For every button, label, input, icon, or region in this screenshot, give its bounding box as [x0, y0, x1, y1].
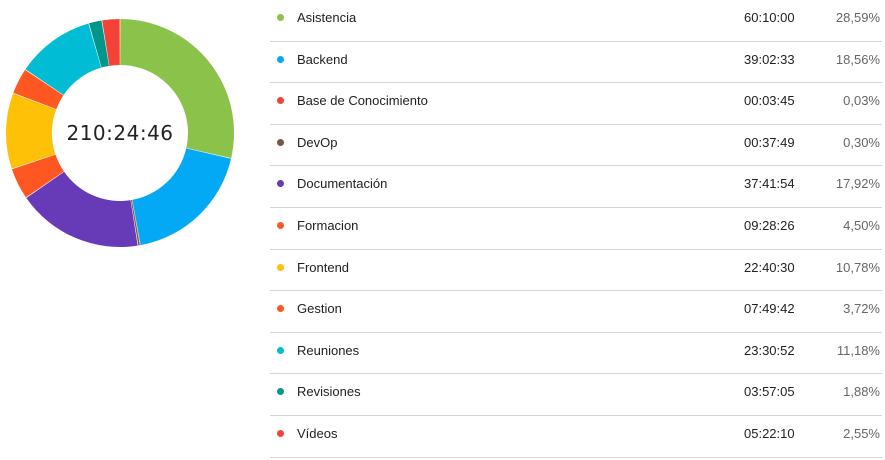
legend-color-dot: [277, 55, 284, 63]
total-time: 210:24:46: [66, 121, 174, 145]
category-name: Backend: [297, 51, 348, 67]
category-name: Documentación: [297, 176, 388, 192]
category-name: Formacion: [297, 217, 359, 233]
category-percent: 4,50%: [843, 217, 880, 233]
category-percent: 11,18%: [836, 342, 880, 358]
time-distribution-donut: 210:24:46: [0, 13, 240, 253]
legend-color-dot: [277, 388, 284, 396]
category-name: DevOp: [297, 134, 338, 150]
legend-color-dot: [277, 138, 284, 146]
category-percent: 0,30%: [843, 134, 880, 150]
legend-color-dot: [277, 263, 284, 271]
legend-color-dot: [277, 305, 284, 313]
legend-color-dot: [277, 180, 284, 188]
legend-row[interactable]: Gestion 07:49:42 3,72%: [270, 291, 882, 333]
category-time: 23:30:52: [744, 342, 795, 358]
category-time: 00:03:45: [744, 93, 795, 109]
legend-row[interactable]: Formacion 09:28:26 4,50%: [270, 208, 882, 250]
category-name: Vídeos: [297, 425, 338, 441]
category-percent: 10,78%: [835, 259, 880, 275]
category-percent: 28,59%: [835, 10, 880, 25]
category-percent: 0,03%: [843, 93, 880, 109]
category-name: Frontend: [297, 259, 350, 275]
category-time: 37:41:54: [744, 176, 795, 192]
legend-row[interactable]: Revisiones 03:57:05 1,88%: [270, 374, 882, 416]
legend-color-dot: [277, 14, 284, 21]
category-name: Revisiones: [297, 384, 361, 400]
legend-row[interactable]: Vídeos 05:22:10 2,55%: [270, 416, 882, 458]
category-time: 09:28:26: [744, 217, 795, 233]
category-percent: 17,92%: [835, 176, 880, 192]
legend-color-dot: [277, 429, 284, 437]
category-time: 07:49:42: [744, 301, 795, 317]
category-legend: Asistencia 60:10:00 28,59% Backend 39:02:33 1…: [270, 0, 882, 458]
legend-row[interactable]: Base de Conocimiento 00:03:45 0,03%: [270, 83, 882, 125]
category-time: 22:40:30: [744, 259, 795, 275]
category-name: Asistencia: [297, 10, 357, 25]
category-name: Base de Conocimiento: [297, 93, 428, 109]
legend-color-dot: [277, 346, 284, 354]
category-percent: 1,88%: [843, 384, 880, 400]
legend-row[interactable]: Documentación 37:41:54 17,92%: [270, 166, 882, 208]
legend-row[interactable]: Frontend 22:40:30 10,78%: [270, 250, 882, 292]
legend-row[interactable]: Asistencia 60:10:00 28,59%: [270, 0, 882, 42]
category-time: 03:57:05: [744, 384, 795, 400]
legend-row[interactable]: Backend 39:02:33 18,56%: [270, 42, 882, 84]
category-name: Gestion: [297, 301, 342, 317]
category-time: 39:02:33: [744, 51, 795, 67]
category-percent: 3,72%: [843, 301, 880, 317]
category-time: 60:10:00: [744, 10, 795, 25]
category-time: 00:37:49: [744, 134, 795, 150]
legend-row[interactable]: Reuniones 23:30:52 11,18%: [270, 333, 882, 375]
category-percent: 18,56%: [835, 51, 880, 67]
legend-color-dot: [277, 97, 284, 105]
category-percent: 2,55%: [843, 425, 880, 441]
legend-row[interactable]: DevOp 00:37:49 0,30%: [270, 125, 882, 167]
category-time: 05:22:10: [744, 425, 795, 441]
legend-color-dot: [277, 221, 284, 229]
category-name: Reuniones: [297, 342, 360, 358]
